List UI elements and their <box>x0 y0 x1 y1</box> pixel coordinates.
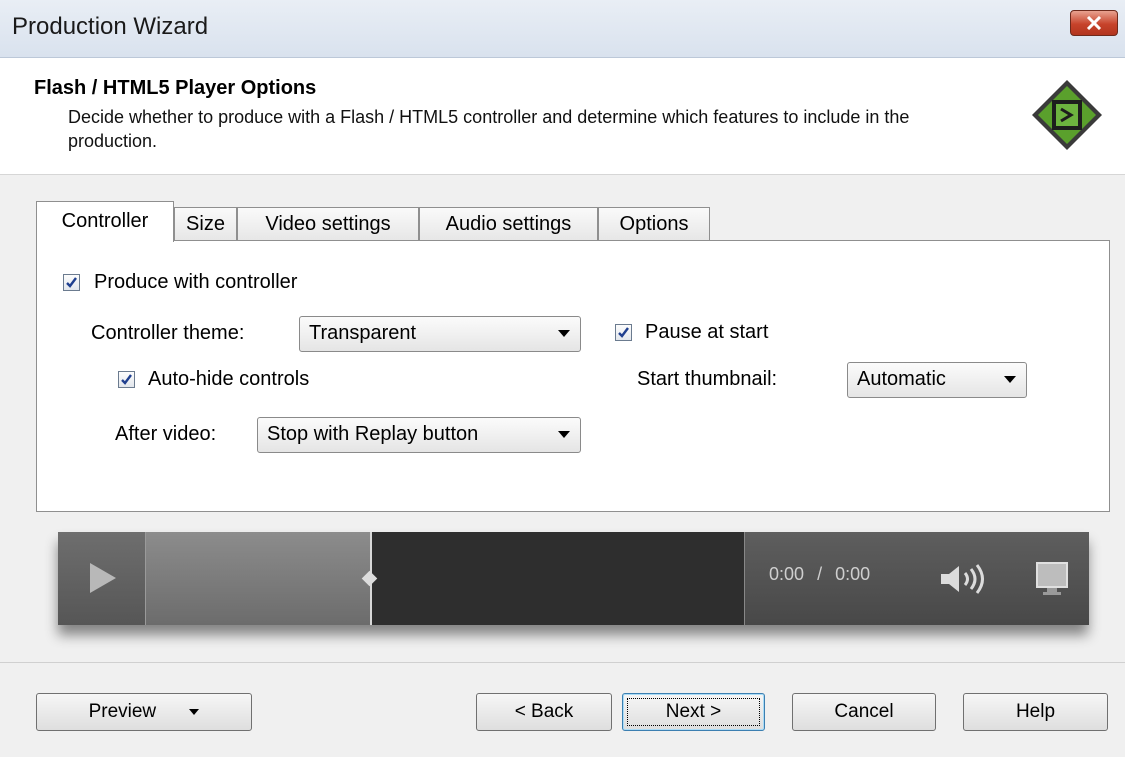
preview-button[interactable]: Preview <box>36 693 252 731</box>
help-button[interactable]: Help <box>963 693 1108 731</box>
seek-bar-played[interactable] <box>146 532 372 625</box>
pause-at-start-checkbox[interactable] <box>615 324 632 341</box>
current-time: 0:00 <box>769 564 805 584</box>
start-thumbnail-label: Start thumbnail: <box>637 368 778 390</box>
pause-at-start-label: Pause at start <box>645 321 769 343</box>
camtasia-logo-icon <box>1030 78 1104 152</box>
start-thumbnail-value: Automatic <box>857 368 946 390</box>
after-video-value: Stop with Replay button <box>267 423 479 445</box>
page-title: Flash / HTML5 Player Options <box>34 77 317 99</box>
title-bar: Production Wizard <box>0 0 1125 58</box>
time-separator: / <box>817 564 823 584</box>
next-button[interactable]: Next > <box>622 693 765 731</box>
after-video-label: After video: <box>115 423 217 445</box>
produce-with-controller-label: Produce with controller <box>94 271 298 293</box>
page-description: Decide whether to produce with a Flash /… <box>68 107 910 151</box>
auto-hide-controls-label: Auto-hide controls <box>148 368 310 390</box>
cancel-button[interactable]: Cancel <box>792 693 936 731</box>
focus-rectangle <box>627 698 760 726</box>
total-time: 0:00 <box>835 564 871 584</box>
play-icon <box>90 563 116 593</box>
volume-icon[interactable] <box>937 562 995 600</box>
tab-video-settings[interactable]: Video settings <box>237 207 419 241</box>
fullscreen-icon[interactable] <box>1035 561 1069 601</box>
back-button[interactable]: < Back <box>476 693 612 731</box>
seek-bar-remaining[interactable] <box>372 532 744 625</box>
controller-theme-label: Controller theme: <box>91 322 245 344</box>
preview-button-label: Preview <box>88 701 157 722</box>
chevron-down-icon <box>189 708 200 715</box>
wizard-header: Flash / HTML5 Player Options Decide whet… <box>0 58 1125 175</box>
player-controls-right: 0:00 / 0:00 <box>744 532 1089 625</box>
checkmark-icon <box>618 327 629 338</box>
after-video-dropdown[interactable]: Stop with Replay button <box>257 417 581 453</box>
checkmark-icon <box>121 374 132 385</box>
tab-audio-settings[interactable]: Audio settings <box>419 207 598 241</box>
checkmark-icon <box>66 277 77 288</box>
play-button[interactable] <box>58 532 146 625</box>
main-area: Controller Size Video settings Audio set… <box>0 175 1125 662</box>
controller-panel: Produce with controller Controller theme… <box>36 240 1110 512</box>
tab-controller[interactable]: Controller <box>36 201 174 242</box>
tab-size[interactable]: Size <box>174 207 237 241</box>
start-thumbnail-dropdown[interactable]: Automatic <box>847 362 1027 398</box>
controller-theme-value: Transparent <box>309 322 417 344</box>
time-display: 0:00 / 0:00 <box>769 564 870 585</box>
wizard-footer: Preview < Back Next > Cancel Help <box>0 662 1125 757</box>
chevron-down-icon <box>558 330 570 337</box>
produce-with-controller-checkbox[interactable] <box>63 274 80 291</box>
tab-options[interactable]: Options <box>598 207 710 241</box>
chevron-down-icon <box>1004 376 1016 383</box>
window-title: Production Wizard <box>12 13 209 40</box>
auto-hide-controls-checkbox[interactable] <box>118 371 135 388</box>
controller-theme-dropdown[interactable]: Transparent <box>299 316 581 352</box>
chevron-down-icon <box>558 431 570 438</box>
close-icon <box>1086 14 1102 35</box>
close-button[interactable] <box>1070 10 1118 36</box>
player-preview: 0:00 / 0:00 <box>58 532 1089 625</box>
